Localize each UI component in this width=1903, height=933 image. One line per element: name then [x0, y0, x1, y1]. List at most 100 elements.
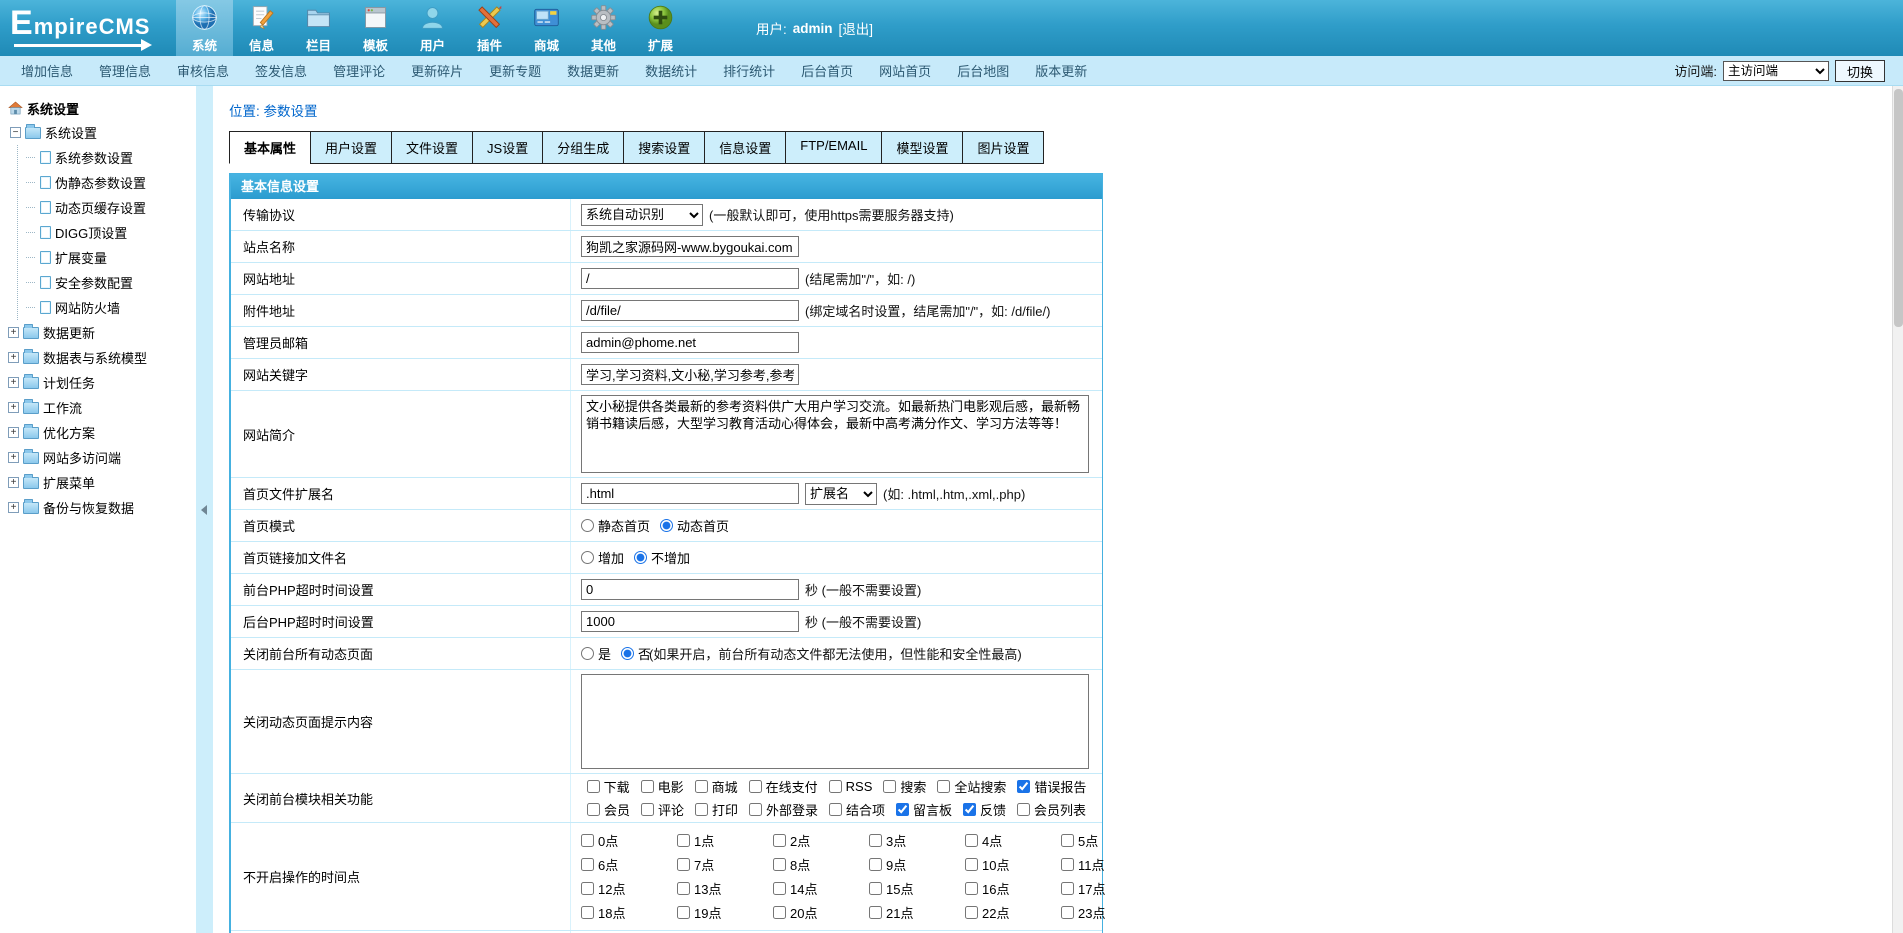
menu-user[interactable]: 用户 — [404, 0, 461, 56]
module-checkbox-item[interactable]: 打印 — [695, 800, 738, 819]
nav-link[interactable]: 签发信息 — [242, 61, 320, 80]
tab-file[interactable]: 文件设置 — [391, 131, 473, 164]
menu-system[interactable]: 系统 — [176, 0, 233, 56]
ext-select[interactable]: 扩展名 — [805, 483, 877, 505]
time-checkbox-item[interactable]: 0点 — [581, 831, 677, 850]
back-timeout-input[interactable] — [581, 611, 799, 632]
time-checkbox-item[interactable]: 20点 — [773, 903, 869, 922]
collapse-icon[interactable] — [10, 127, 21, 138]
radio-close-no[interactable]: 否(如果开启，前台所有动态文件都无法使用，但性能和安全性最高) — [621, 644, 1022, 663]
nav-link[interactable]: 增加信息 — [8, 61, 86, 80]
menu-other[interactable]: 其他 — [575, 0, 632, 56]
nav-link[interactable]: 排行统计 — [710, 61, 788, 80]
time-checkbox-item[interactable]: 15点 — [869, 879, 965, 898]
time-checkbox-item[interactable]: 17点 — [1061, 879, 1157, 898]
tree-folder-item[interactable]: 数据更新 — [8, 320, 196, 345]
site-name-input[interactable] — [581, 236, 799, 257]
nav-link[interactable]: 后台首页 — [788, 61, 866, 80]
menu-template[interactable]: 模板 — [347, 0, 404, 56]
expand-icon[interactable] — [8, 427, 19, 438]
vertical-scrollbar[interactable] — [1892, 86, 1903, 933]
radio-static-home[interactable]: 静态首页 — [581, 516, 650, 535]
expand-icon[interactable] — [8, 377, 19, 388]
protocol-select[interactable]: 系统自动识别 — [581, 204, 703, 226]
time-checkbox-item[interactable]: 12点 — [581, 879, 677, 898]
menu-info[interactable]: 信息 — [233, 0, 290, 56]
expand-icon[interactable] — [8, 452, 19, 463]
close-tip-textarea[interactable] — [581, 674, 1089, 769]
expand-icon[interactable] — [8, 402, 19, 413]
tab-basic[interactable]: 基本属性 — [229, 131, 311, 164]
index-ext-input[interactable] — [581, 483, 799, 504]
tab-search[interactable]: 搜索设置 — [623, 131, 705, 164]
front-timeout-input[interactable] — [581, 579, 799, 600]
expand-icon[interactable] — [8, 327, 19, 338]
time-checkbox-item[interactable]: 23点 — [1061, 903, 1157, 922]
time-checkbox-item[interactable]: 8点 — [773, 855, 869, 874]
time-checkbox-item[interactable]: 21点 — [869, 903, 965, 922]
time-checkbox-item[interactable]: 10点 — [965, 855, 1061, 874]
tree-folder-item[interactable]: 扩展菜单 — [8, 470, 196, 495]
radio-close-yes[interactable]: 是 — [581, 644, 611, 663]
module-checkbox-item[interactable]: 电影 — [641, 777, 684, 796]
time-checkbox-item[interactable]: 4点 — [965, 831, 1061, 850]
tree-leaf-item[interactable]: 系统参数设置 — [26, 145, 196, 170]
time-checkbox-item[interactable]: 22点 — [965, 903, 1061, 922]
nav-link[interactable]: 网站首页 — [866, 61, 944, 80]
time-checkbox-item[interactable]: 14点 — [773, 879, 869, 898]
time-checkbox-item[interactable]: 13点 — [677, 879, 773, 898]
nav-link[interactable]: 后台地图 — [944, 61, 1022, 80]
radio-no-filename[interactable]: 不增加 — [634, 548, 690, 567]
radio-dynamic-home[interactable]: 动态首页 — [660, 516, 729, 535]
keywords-input[interactable] — [581, 364, 799, 385]
expand-icon[interactable] — [8, 502, 19, 513]
tree-folder-item[interactable]: 数据表与系统模型 — [8, 345, 196, 370]
logout-link[interactable]: [退出] — [839, 18, 874, 38]
sidebar-collapse-handle[interactable] — [196, 86, 213, 933]
module-checkbox-item[interactable]: 结合项 — [829, 800, 885, 819]
tree-folder-item[interactable]: 工作流 — [8, 395, 196, 420]
nav-link[interactable]: 审核信息 — [164, 61, 242, 80]
radio-add-filename[interactable]: 增加 — [581, 548, 624, 567]
module-checkbox-item[interactable]: 错误报告 — [1017, 777, 1086, 796]
tab-info[interactable]: 信息设置 — [704, 131, 786, 164]
menu-column[interactable]: 栏目 — [290, 0, 347, 56]
tab-image[interactable]: 图片设置 — [962, 131, 1044, 164]
nav-link[interactable]: 管理评论 — [320, 61, 398, 80]
time-checkbox-item[interactable]: 18点 — [581, 903, 677, 922]
tree-leaf-item[interactable]: 动态页缓存设置 — [26, 195, 196, 220]
tab-js[interactable]: JS设置 — [472, 131, 543, 164]
module-checkbox-item[interactable]: 会员列表 — [1017, 800, 1086, 819]
tree-leaf-item[interactable]: 安全参数配置 — [26, 270, 196, 295]
nav-link[interactable]: 管理信息 — [86, 61, 164, 80]
module-checkbox-item[interactable]: 搜索 — [883, 777, 926, 796]
tree-leaf-item[interactable]: DIGG顶设置 — [26, 220, 196, 245]
tab-user[interactable]: 用户设置 — [310, 131, 392, 164]
admin-email-input[interactable] — [581, 332, 799, 353]
tree-folder-item[interactable]: 计划任务 — [8, 370, 196, 395]
module-checkbox-item[interactable]: 会员 — [587, 800, 630, 819]
time-checkbox-item[interactable]: 11点 — [1061, 855, 1157, 874]
tree-folder-item[interactable]: 备份与恢复数据 — [8, 495, 196, 520]
expand-icon[interactable] — [8, 352, 19, 363]
module-checkbox-item[interactable]: 在线支付 — [749, 777, 818, 796]
attach-url-input[interactable] — [581, 300, 799, 321]
tree-folder-item[interactable]: 网站多访问端 — [8, 445, 196, 470]
description-textarea[interactable]: 文小秘提供各类最新的参考资料供广大用户学习交流。如最新热门电影观后感，最新畅销书… — [581, 395, 1089, 473]
time-checkbox-item[interactable]: 1点 — [677, 831, 773, 850]
time-checkbox-item[interactable]: 9点 — [869, 855, 965, 874]
time-checkbox-item[interactable]: 2点 — [773, 831, 869, 850]
module-checkbox-item[interactable]: 反馈 — [963, 800, 1006, 819]
tab-model[interactable]: 模型设置 — [881, 131, 963, 164]
module-checkbox-item[interactable]: 留言板 — [896, 800, 952, 819]
menu-plugin[interactable]: 插件 — [461, 0, 518, 56]
module-checkbox-item[interactable]: 外部登录 — [749, 800, 818, 819]
module-checkbox-item[interactable]: 商城 — [695, 777, 738, 796]
tree-node-system-settings[interactable]: 系统设置 — [10, 120, 196, 145]
tab-group[interactable]: 分组生成 — [542, 131, 624, 164]
time-checkbox-item[interactable]: 3点 — [869, 831, 965, 850]
module-checkbox-item[interactable]: 全站搜索 — [937, 777, 1006, 796]
time-checkbox-item[interactable]: 7点 — [677, 855, 773, 874]
endpoint-select[interactable]: 主访问端 — [1723, 61, 1829, 81]
time-checkbox-item[interactable]: 6点 — [581, 855, 677, 874]
